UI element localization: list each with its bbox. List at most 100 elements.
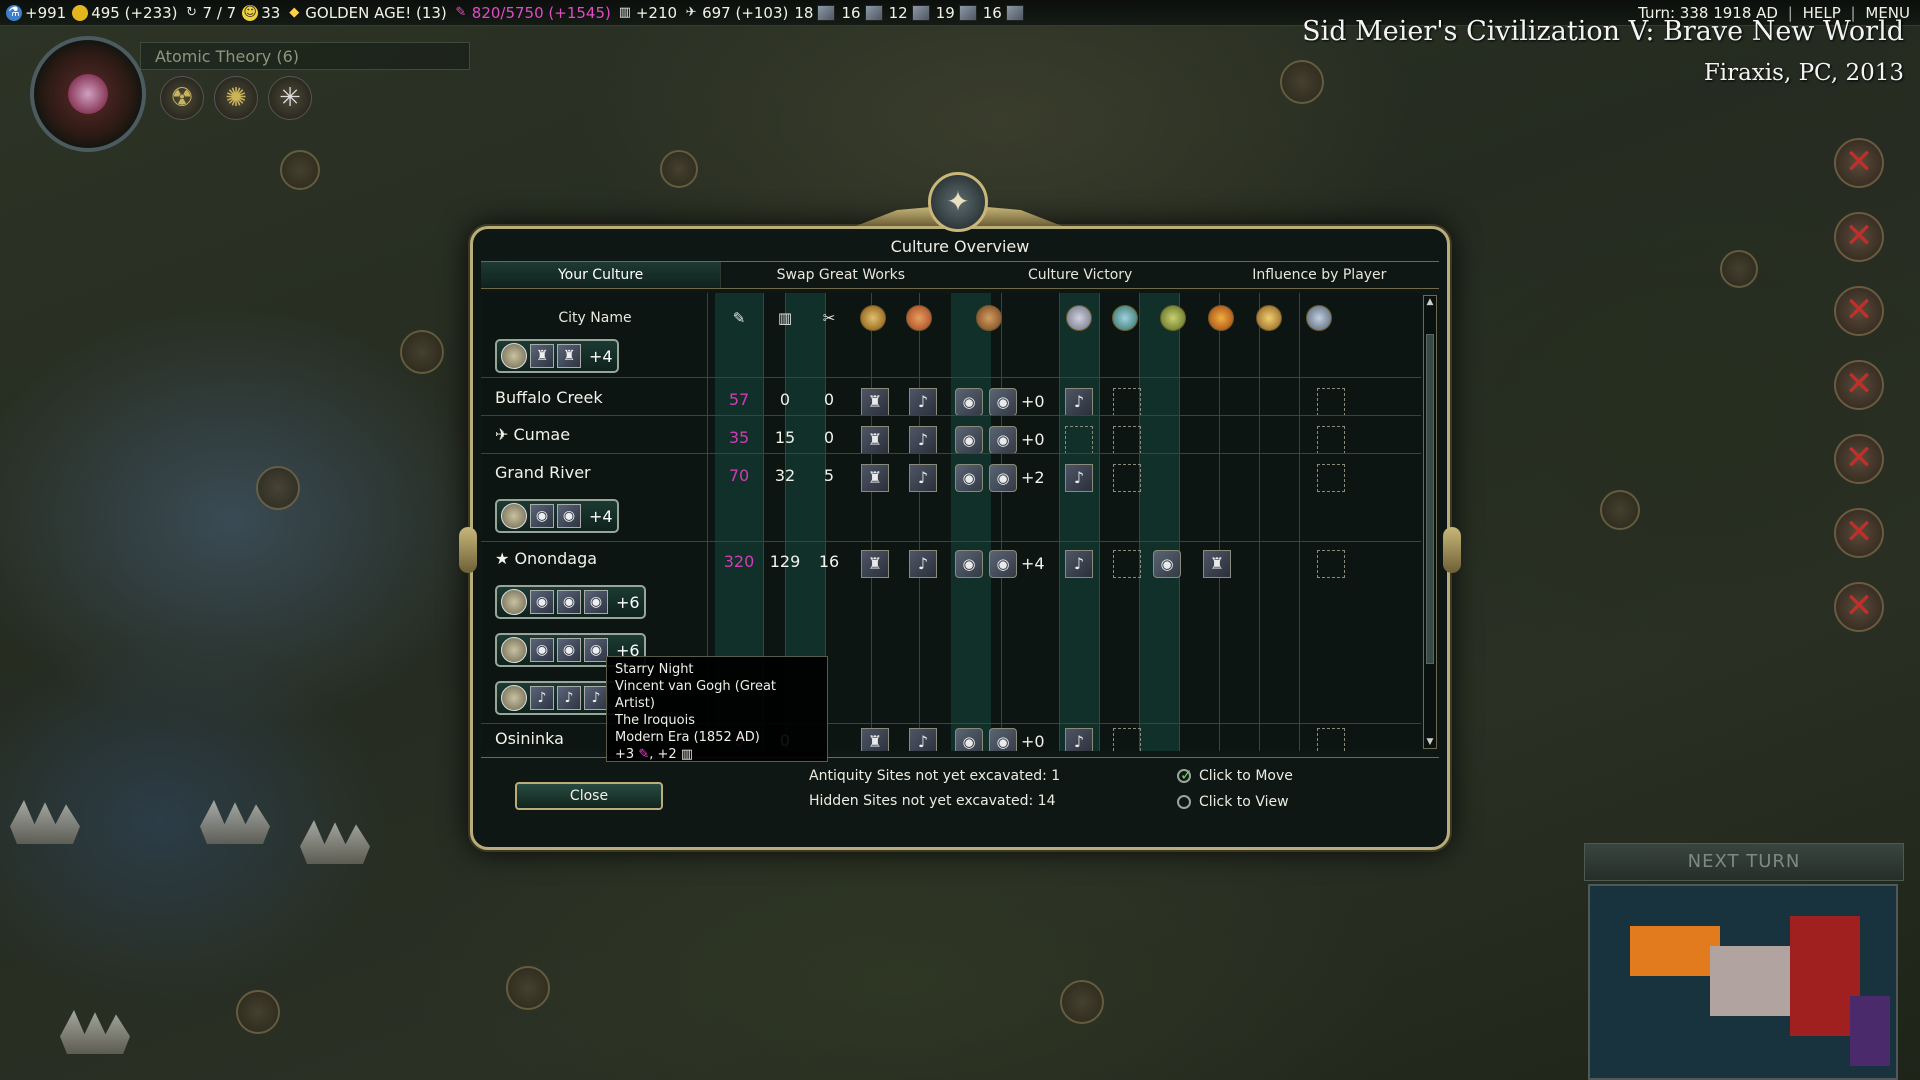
close-icon[interactable]: ✕ — [1834, 582, 1884, 632]
art-slot[interactable]: ◉ — [955, 550, 983, 578]
unit-token[interactable] — [1600, 490, 1640, 530]
tab-swap-great-works[interactable]: Swap Great Works — [721, 262, 960, 288]
empty-slot[interactable] — [1317, 464, 1345, 492]
city-name[interactable]: Osininka — [495, 729, 564, 748]
table-scrollbar[interactable]: ▲ ▼ — [1423, 295, 1437, 749]
city-name[interactable]: Buffalo Creek — [495, 388, 603, 407]
ship-unit[interactable] — [10, 800, 80, 844]
ship-unit[interactable] — [300, 820, 370, 864]
click-to-move-option[interactable]: Click to Move — [1177, 766, 1293, 784]
theming-bonus-box[interactable]: ◉ ◉ ◉ +6 — [495, 585, 646, 619]
theming-bonus-box[interactable]: ♜ ♜ +4 — [495, 339, 619, 373]
writing-slot[interactable]: ♜ — [861, 388, 889, 416]
art-slot[interactable]: ◉ — [955, 464, 983, 492]
tourism-value: 129 — [769, 552, 801, 571]
empty-slot[interactable] — [1113, 426, 1141, 454]
theming-bonus-box[interactable]: ♪ ♪ ♪ — [495, 681, 621, 715]
close-icon[interactable]: ✕ — [1834, 212, 1884, 262]
tech-tree-button[interactable] — [30, 36, 146, 152]
music-slot[interactable]: ♪ — [909, 388, 937, 416]
close-icon[interactable]: ✕ — [1834, 434, 1884, 484]
art-slot[interactable]: ◉ — [955, 728, 983, 751]
music-slot[interactable]: ♪ — [909, 464, 937, 492]
star-burst-icon[interactable]: ✳ — [268, 76, 312, 120]
art-slot[interactable]: ◉ — [989, 388, 1017, 416]
resource-oil[interactable]: 16 — [983, 4, 1024, 22]
writing-slot[interactable]: ♜ — [861, 464, 889, 492]
writing-slot[interactable]: ♜ — [1203, 550, 1231, 578]
music-slot[interactable]: ♪ — [1065, 728, 1093, 751]
scroll-up-icon[interactable]: ▲ — [1424, 296, 1436, 308]
art-slot[interactable]: ◉ — [989, 550, 1017, 578]
next-turn-button[interactable]: NEXT TURN — [1584, 843, 1904, 881]
close-icon[interactable]: ✕ — [1834, 508, 1884, 558]
sun-icon[interactable]: ✺ — [214, 76, 258, 120]
city-name-header[interactable]: City Name — [495, 293, 695, 343]
city-name-cumae[interactable]: ✈ Cumae — [495, 425, 570, 444]
close-icon[interactable]: ✕ — [1834, 360, 1884, 410]
tourism-indicator[interactable]: ▥ +210 — [617, 4, 677, 22]
tab-your-culture[interactable]: Your Culture — [481, 262, 722, 288]
unit-token[interactable] — [1720, 250, 1758, 288]
scroll-thumb[interactable] — [1426, 334, 1434, 664]
resource-horses[interactable]: 16 — [841, 4, 883, 22]
unit-token[interactable] — [506, 966, 550, 1010]
faith-indicator[interactable]: ✈ 697 (+103) — [683, 4, 789, 22]
unit-token[interactable] — [660, 150, 698, 188]
art-slot[interactable]: ◉ — [989, 728, 1017, 751]
unit-token[interactable] — [280, 150, 320, 190]
current-research-bar[interactable]: Atomic Theory (6) — [140, 42, 470, 70]
unit-token[interactable] — [236, 990, 280, 1034]
click-to-view-option[interactable]: Click to View — [1177, 794, 1289, 810]
empty-slot[interactable] — [1113, 388, 1141, 416]
empty-slot[interactable] — [1113, 464, 1141, 492]
empty-slot[interactable] — [1317, 728, 1345, 751]
art-slot[interactable]: ◉ — [989, 426, 1017, 454]
empty-slot[interactable] — [1113, 728, 1141, 751]
unit-token[interactable] — [256, 466, 300, 510]
culture-indicator[interactable]: ✎ 820/5750 (+1545) — [453, 4, 611, 22]
empty-slot[interactable] — [1317, 388, 1345, 416]
theming-bonus-box[interactable]: ◉ ◉ +4 — [495, 499, 619, 533]
music-slot[interactable]: ♪ — [1065, 464, 1093, 492]
tab-influence-by-player[interactable]: Influence by Player — [1200, 262, 1439, 288]
city-name-onondaga[interactable]: ★ Onondaga — [495, 549, 597, 568]
close-button[interactable]: Close — [515, 782, 663, 810]
writing-slot[interactable]: ♜ — [861, 550, 889, 578]
empty-slot[interactable] — [1065, 426, 1093, 454]
empty-slot[interactable] — [1113, 550, 1141, 578]
music-slot[interactable]: ♪ — [1065, 388, 1093, 416]
resource-iron[interactable]: 12 — [889, 4, 930, 22]
music-slot[interactable]: ♪ — [1065, 550, 1093, 578]
unit-token[interactable] — [1280, 60, 1324, 104]
music-slot[interactable]: ♪ — [909, 728, 937, 751]
music-slot[interactable]: ♪ — [909, 426, 937, 454]
city-name[interactable]: Grand River — [495, 463, 591, 482]
resource-coal[interactable]: 19 — [936, 4, 977, 22]
art-slot[interactable]: ◉ — [955, 388, 983, 416]
unit-token[interactable] — [1060, 980, 1104, 1024]
ship-unit[interactable] — [200, 800, 270, 844]
minimap[interactable] — [1588, 884, 1898, 1080]
empty-slot[interactable] — [1317, 426, 1345, 454]
art-slot[interactable]: ◉ — [1153, 550, 1181, 578]
happiness-indicator[interactable]: ☺ 33 — [242, 4, 280, 22]
resource-aluminum[interactable]: 18 — [794, 4, 836, 22]
scroll-down-icon[interactable]: ▼ — [1424, 736, 1436, 748]
close-icon[interactable]: ✕ — [1834, 286, 1884, 336]
music-slot[interactable]: ♪ — [909, 550, 937, 578]
science-indicator[interactable]: ⚗ +991 — [6, 4, 66, 22]
unit-token[interactable] — [400, 330, 444, 374]
art-slot[interactable]: ◉ — [955, 426, 983, 454]
close-icon[interactable]: ✕ — [1834, 138, 1884, 188]
radiation-icon[interactable]: ☢ — [160, 76, 204, 120]
trade-route-indicator[interactable]: ↻ 7 / 7 — [184, 4, 236, 22]
writing-slot[interactable]: ♜ — [861, 728, 889, 751]
golden-age-indicator[interactable]: ◆ GOLDEN AGE! (13) — [286, 4, 446, 22]
gold-indicator[interactable]: 495 (+233) — [72, 4, 178, 22]
empty-slot[interactable] — [1317, 550, 1345, 578]
ship-unit[interactable] — [60, 1010, 130, 1054]
art-slot[interactable]: ◉ — [989, 464, 1017, 492]
writing-slot[interactable]: ♜ — [861, 426, 889, 454]
tab-culture-victory[interactable]: Culture Victory — [961, 262, 1200, 288]
